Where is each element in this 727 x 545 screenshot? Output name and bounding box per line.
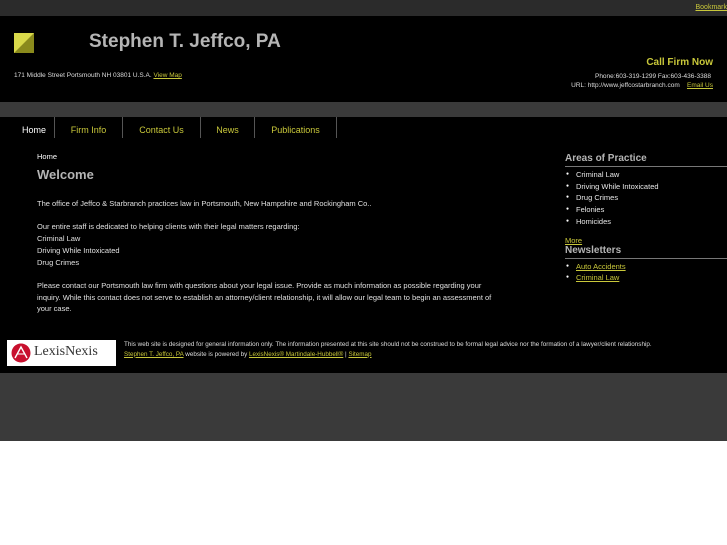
lexisnexis-emblem-icon xyxy=(11,343,31,363)
footer-disclaimer: This web site is designed for general in… xyxy=(124,340,724,359)
newsletter-link-criminal-law[interactable]: Criminal Law xyxy=(576,273,619,282)
matter-item: Criminal Law xyxy=(37,234,81,244)
matter-item: Driving While Intoxicated xyxy=(37,245,120,255)
matter-item: Drug Crimes xyxy=(37,257,80,267)
newsletter-item: Auto Accidents xyxy=(565,261,727,273)
newsletter-link-auto-accidents[interactable]: Auto Accidents xyxy=(576,262,626,271)
disclaimer-text: This web site is designed for general in… xyxy=(124,341,652,348)
view-map-link[interactable]: View Map xyxy=(153,72,181,79)
intro-paragraph: The office of Jeffco & Starbranch practi… xyxy=(37,199,372,208)
site-header: Stephen T. Jeffco, PA 171 Middle Street … xyxy=(0,16,727,102)
footer-separator: | xyxy=(345,350,347,358)
areas-list: Criminal Law Driving While Intoxicated D… xyxy=(565,169,727,228)
call-firm-now: Call Firm Now xyxy=(646,57,713,68)
nav-contact-us[interactable]: Contact Us xyxy=(123,117,201,138)
body-text: The office of Jeffco & Starbranch practi… xyxy=(37,198,507,315)
area-item: Felonies xyxy=(565,204,727,216)
lexisnexis-link[interactable]: LexisNexis® Martindale-Hubbell® xyxy=(249,351,343,358)
contact-paragraph: Please contact our Portsmouth law firm w… xyxy=(37,280,492,314)
lexisnexis-logo-text: LexisNexis xyxy=(34,344,98,359)
firm-logo-icon xyxy=(14,33,34,53)
url-text: URL: http://www.jeffcostarbranch.com xyxy=(571,82,680,89)
main-nav: Home Firm Info Contact Us News Publicati… xyxy=(0,117,727,138)
nav-firm-info[interactable]: Firm Info xyxy=(55,117,123,138)
area-item: Criminal Law xyxy=(565,169,727,181)
bookmark-link[interactable]: Bookmark xyxy=(695,4,727,11)
main-content-area: Home Welcome The office of Jeffco & Star… xyxy=(0,138,727,336)
newsletter-item: Criminal Law xyxy=(565,272,727,284)
more-link[interactable]: More xyxy=(565,236,727,245)
site-footer: LexisNexis This web site is designed for… xyxy=(0,336,727,373)
breadcrumb: Home xyxy=(37,152,58,161)
firm-name: Stephen T. Jeffco, PA xyxy=(89,31,281,52)
area-item: Driving While Intoxicated xyxy=(565,181,727,193)
nav-home[interactable]: Home xyxy=(14,117,55,138)
url-line: URL: http://www.jeffcostarbranch.com Ema… xyxy=(571,82,713,89)
top-bar: Bookmark xyxy=(0,0,727,16)
area-item: Drug Crimes xyxy=(565,192,727,204)
page-title: Welcome xyxy=(37,167,94,182)
areas-of-practice-heading: Areas of Practice xyxy=(565,153,727,167)
powered-by-text: website is powered by xyxy=(185,350,248,358)
newsletters-heading: Newsletters xyxy=(565,245,727,259)
newsletters-list: Auto Accidents Criminal Law xyxy=(565,261,727,284)
sitemap-link[interactable]: Sitemap xyxy=(348,351,371,358)
nav-news[interactable]: News xyxy=(201,117,255,138)
address-line: 171 Middle Street Portsmouth NH 03801 U.… xyxy=(14,72,182,79)
phone-fax: Phone:603-319-1299 Fax:603-436-3388 xyxy=(594,73,711,80)
sidebar: Areas of Practice Criminal Law Driving W… xyxy=(565,153,727,284)
address-text: 171 Middle Street Portsmouth NH 03801 U.… xyxy=(14,72,152,79)
lexisnexis-logo[interactable]: LexisNexis xyxy=(7,340,116,366)
nav-publications[interactable]: Publications xyxy=(255,117,337,138)
header-divider-bar xyxy=(0,102,727,117)
area-item: Homicides xyxy=(565,216,727,228)
email-us-link[interactable]: Email Us xyxy=(687,82,713,89)
staff-paragraph: Our entire staff is dedicated to helping… xyxy=(37,222,300,232)
bottom-bar xyxy=(0,373,727,441)
footer-firm-link[interactable]: Stephen T. Jeffco, PA xyxy=(124,351,184,358)
